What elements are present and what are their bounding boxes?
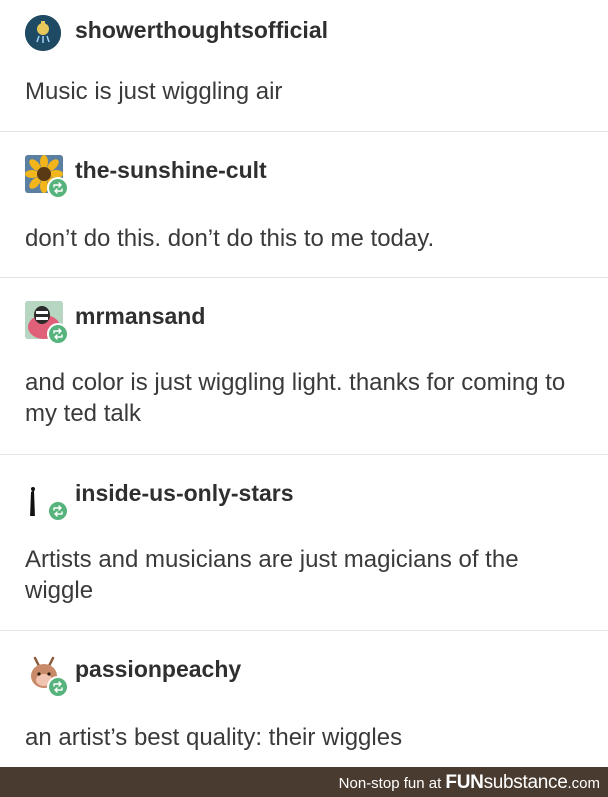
divider	[0, 277, 608, 278]
reblog-icon	[53, 505, 63, 517]
shower-head-icon	[25, 15, 61, 51]
post-3: mrmansand and color is just wiggling lig…	[0, 301, 608, 429]
post-text: Artists and musicians are just magicians…	[25, 546, 519, 604]
watermark-tagline: Non-stop fun at	[338, 775, 442, 792]
username[interactable]: inside-us-only-stars	[75, 480, 294, 507]
reblog-badge	[47, 323, 69, 345]
reblog-icon	[53, 681, 63, 693]
avatar[interactable]	[25, 478, 69, 522]
post-text: don’t do this. don’t do this to me today…	[25, 225, 435, 252]
post-text: an artist’s best quality: their wiggles	[25, 724, 403, 751]
post-header: mrmansand	[25, 301, 608, 345]
post-2: the-sunshine-cult don’t do this. don’t d…	[0, 155, 608, 254]
post-header: the-sunshine-cult	[25, 155, 608, 199]
watermark-text: Non-stop fun at FUNsubstance.com	[339, 772, 600, 794]
reblog-badge	[47, 500, 69, 522]
post-5: passionpeachy an artist’s best quality: …	[0, 654, 608, 753]
brand-prefix: FUN	[445, 772, 484, 793]
reblog-icon	[53, 182, 63, 194]
post-text: and color is just wiggling light. thanks…	[25, 369, 566, 427]
brand-tld: .com	[567, 775, 600, 792]
watermark-bar: Non-stop fun at FUNsubstance.com	[0, 767, 608, 797]
post-header: inside-us-only-stars	[25, 478, 608, 522]
reblog-icon	[53, 328, 63, 340]
post-text: Music is just wiggling air	[25, 78, 283, 105]
avatar[interactable]	[25, 654, 69, 698]
divider	[0, 630, 608, 631]
post-header: showerthoughtsofficial	[25, 15, 608, 57]
post-header: passionpeachy	[25, 654, 608, 698]
post-4: inside-us-only-stars Artists and musicia…	[0, 478, 608, 606]
avatar[interactable]	[25, 155, 69, 199]
reblog-badge	[47, 676, 69, 698]
reblog-badge	[47, 177, 69, 199]
avatar[interactable]	[25, 301, 69, 345]
username[interactable]: the-sunshine-cult	[75, 157, 267, 184]
brand-suffix: substance	[483, 772, 568, 793]
avatar[interactable]	[25, 15, 61, 51]
post-1: showerthoughtsofficial Music is just wig…	[0, 15, 608, 107]
divider	[0, 131, 608, 132]
divider	[0, 454, 608, 455]
username[interactable]: passionpeachy	[75, 656, 241, 683]
watermark-brand: FUNsubstance	[445, 772, 567, 793]
username[interactable]: mrmansand	[75, 303, 205, 330]
username[interactable]: showerthoughtsofficial	[75, 17, 328, 44]
